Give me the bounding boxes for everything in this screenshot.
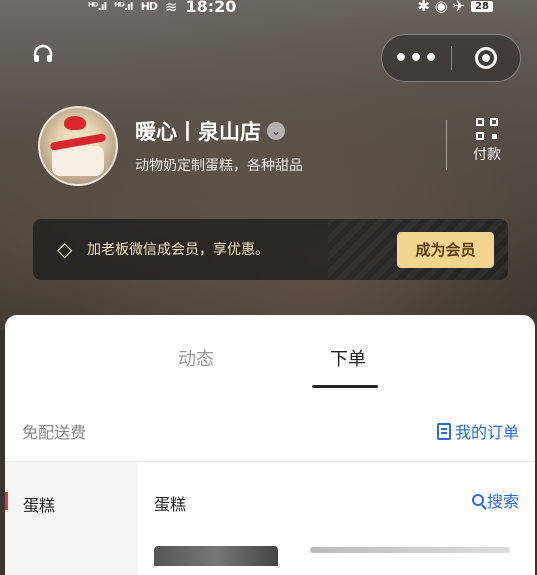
qr-code-icon xyxy=(476,118,498,140)
become-member-button[interactable]: 成为会员 xyxy=(397,232,494,268)
product-thumbnail[interactable] xyxy=(154,546,278,566)
status-right: ✱ ◉ ✈ 28 xyxy=(417,0,493,15)
tab-xiadan[interactable]: 下单 xyxy=(330,345,366,371)
more-options-button[interactable]: ••• xyxy=(382,46,451,71)
order-sheet: 动态 下单 免配送费 我的订单 蛋糕 蛋糕 搜索 xyxy=(5,315,535,575)
shop-description: 动物奶定制蛋糕，各种甜品 xyxy=(135,158,303,174)
product-title-partial xyxy=(310,547,510,553)
tab-dongtai[interactable]: 动态 xyxy=(178,345,214,371)
status-bar: ᴴᴰ.ıl ᴴᴰ.ıl HD ≋ 18:20 ✱ ◉ ✈ 28 xyxy=(0,0,537,22)
shop-name[interactable]: 暖心丨泉山店 ⌄ xyxy=(135,116,285,146)
shop-avatar[interactable] xyxy=(38,106,118,186)
pay-label: 付款 xyxy=(473,147,501,163)
mini-program-capsule: ••• xyxy=(381,34,521,82)
clock-time: 18:20 xyxy=(185,0,237,16)
header-divider xyxy=(446,120,447,170)
shop-name-text: 暖心丨泉山店 xyxy=(135,120,261,144)
product-section-title: 蛋糕 xyxy=(154,495,187,514)
signal-icon-2: ᴴᴰ.ıl xyxy=(114,0,133,13)
headset-icon-svg xyxy=(33,44,53,62)
my-orders-label: 我的订单 xyxy=(454,423,519,442)
category-item-cake[interactable]: 蛋糕 xyxy=(23,492,55,516)
search-label: 搜索 xyxy=(486,492,519,511)
battery-level: 28 xyxy=(471,0,493,12)
search-icon xyxy=(471,494,484,506)
pay-button[interactable]: 付款 xyxy=(466,118,508,164)
order-list-icon xyxy=(436,422,451,440)
member-promo-text: 加老板微信成会员，享优惠。 xyxy=(87,242,269,258)
category-sidebar: 蛋糕 xyxy=(5,462,138,575)
wifi-icon: ≋ xyxy=(164,0,178,16)
headset-icon[interactable] xyxy=(30,42,56,68)
system-status-icons: ✱ ◉ ✈ xyxy=(417,0,466,15)
target-icon xyxy=(474,47,497,69)
my-orders-link[interactable]: 我的订单 xyxy=(436,419,519,443)
chevron-down-icon[interactable]: ⌄ xyxy=(267,122,285,140)
member-banner[interactable]: ◇ 加老板微信成会员，享优惠。 成为会员 xyxy=(33,219,508,280)
signal-icon: ᴴᴰ.ıl xyxy=(88,0,107,13)
diamond-icon: ◇ xyxy=(57,237,73,261)
close-mini-program-button[interactable] xyxy=(452,47,520,69)
active-tab-indicator xyxy=(312,385,378,388)
status-left: ᴴᴰ.ıl ᴴᴰ.ıl HD ≋ 18:20 xyxy=(88,0,236,16)
hd-icon: HD xyxy=(140,0,158,13)
active-category-indicator xyxy=(5,492,8,510)
search-button[interactable]: 搜索 xyxy=(471,488,519,512)
free-delivery-label: 免配送费 xyxy=(22,423,87,442)
